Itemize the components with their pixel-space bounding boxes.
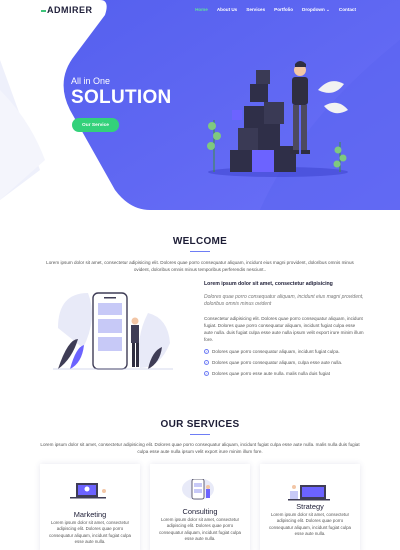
hero-illustration [207,61,348,177]
service-card-strategy[interactable]: Strategy Lorem ipsum dolor sit amet, con… [260,464,360,550]
welcome-heading: Lorem ipsum dolor sit amet, consectetur … [204,281,333,287]
top-navbar: ADMIRER Home About Us Services Portfolio… [0,0,400,22]
check-circle-icon: ✓ [204,371,209,376]
nav-menu: Home About Us Services Portfolio Dropdow… [195,7,356,13]
logo-text: ADMIRER [47,5,93,15]
service-desc: Lorem ipsum dolor sit amet, consectetur … [48,520,131,545]
strategy-illustration-icon [288,485,330,501]
service-name: Strategy [296,502,324,511]
checklist-item: ✓ Dolores quae porro consequatur aliquam,… [204,346,342,357]
nav-item-services[interactable]: Services [246,7,265,13]
services-intro: Lorem ipsum dolor sit amet, consectetur … [40,442,360,454]
checklist-item: ✓ Dolores quae porro esse aute nulla. mal… [204,368,342,379]
service-card-consulting[interactable]: Consulting Lorem ipsum dolor sit amet, c… [150,464,250,550]
checklist-text: Dolores quae porro consequatur aliquam, … [212,349,340,354]
service-name: Marketing [73,510,107,519]
service-card-marketing[interactable]: Marketing Lorem ipsum dolor sit amet, co… [40,464,140,550]
checklist-text: Dolores quae porro esse aute nulla. mali… [212,371,330,376]
logo-mark-icon [41,9,46,12]
hero-subtitle: All in One [71,76,111,86]
welcome-intro: Lorem ipsum dolor sit amet, consectetur … [46,260,354,272]
welcome-checklist: ✓ Dolores quae porro consequatur aliquam,… [204,346,342,379]
welcome-title: WELCOME [172,236,228,247]
welcome-illustration [53,292,173,370]
service-desc: Lorem ipsum dolor sit amet, consectetur … [158,517,241,542]
check-circle-icon: ✓ [204,349,209,354]
checklist-text: Dolores quae porro consequatur aliquam, … [212,360,343,365]
marketing-illustration-icon [70,483,106,499]
welcome-title-underline [190,251,210,252]
consulting-illustration-icon [182,479,214,500]
service-desc: Lorem ipsum dolor sit amet, consectetur … [268,512,351,537]
checklist-item: ✓ Dolores quae porro consequatur aliquam,… [204,357,342,368]
service-cards: Marketing Lorem ipsum dolor sit amet, co… [40,464,360,550]
welcome-body: Consectetur adipisicing elit. Dolores qu… [204,316,364,342]
service-name: Consulting [182,507,218,516]
services-title-underline [190,434,210,435]
services-title: OUR SERVICES [160,419,240,430]
nav-item-contact[interactable]: Contact [339,7,356,13]
hero-title: SOLUTION [71,87,172,108]
check-circle-icon: ✓ [204,360,209,365]
hero-section: ADMIRER Home About Us Services Portfolio… [0,0,400,210]
welcome-italic: Dolores quae porro consequatur aliquam, … [204,294,364,307]
our-service-button[interactable]: Our Service [72,118,119,132]
nav-item-dropdown[interactable]: Dropdown ⌄ [302,7,330,13]
nav-item-portfolio[interactable]: Portfolio [274,7,293,13]
nav-item-home[interactable]: Home [195,7,208,13]
nav-item-about[interactable]: About Us [217,7,237,13]
logo[interactable]: ADMIRER [41,5,93,15]
